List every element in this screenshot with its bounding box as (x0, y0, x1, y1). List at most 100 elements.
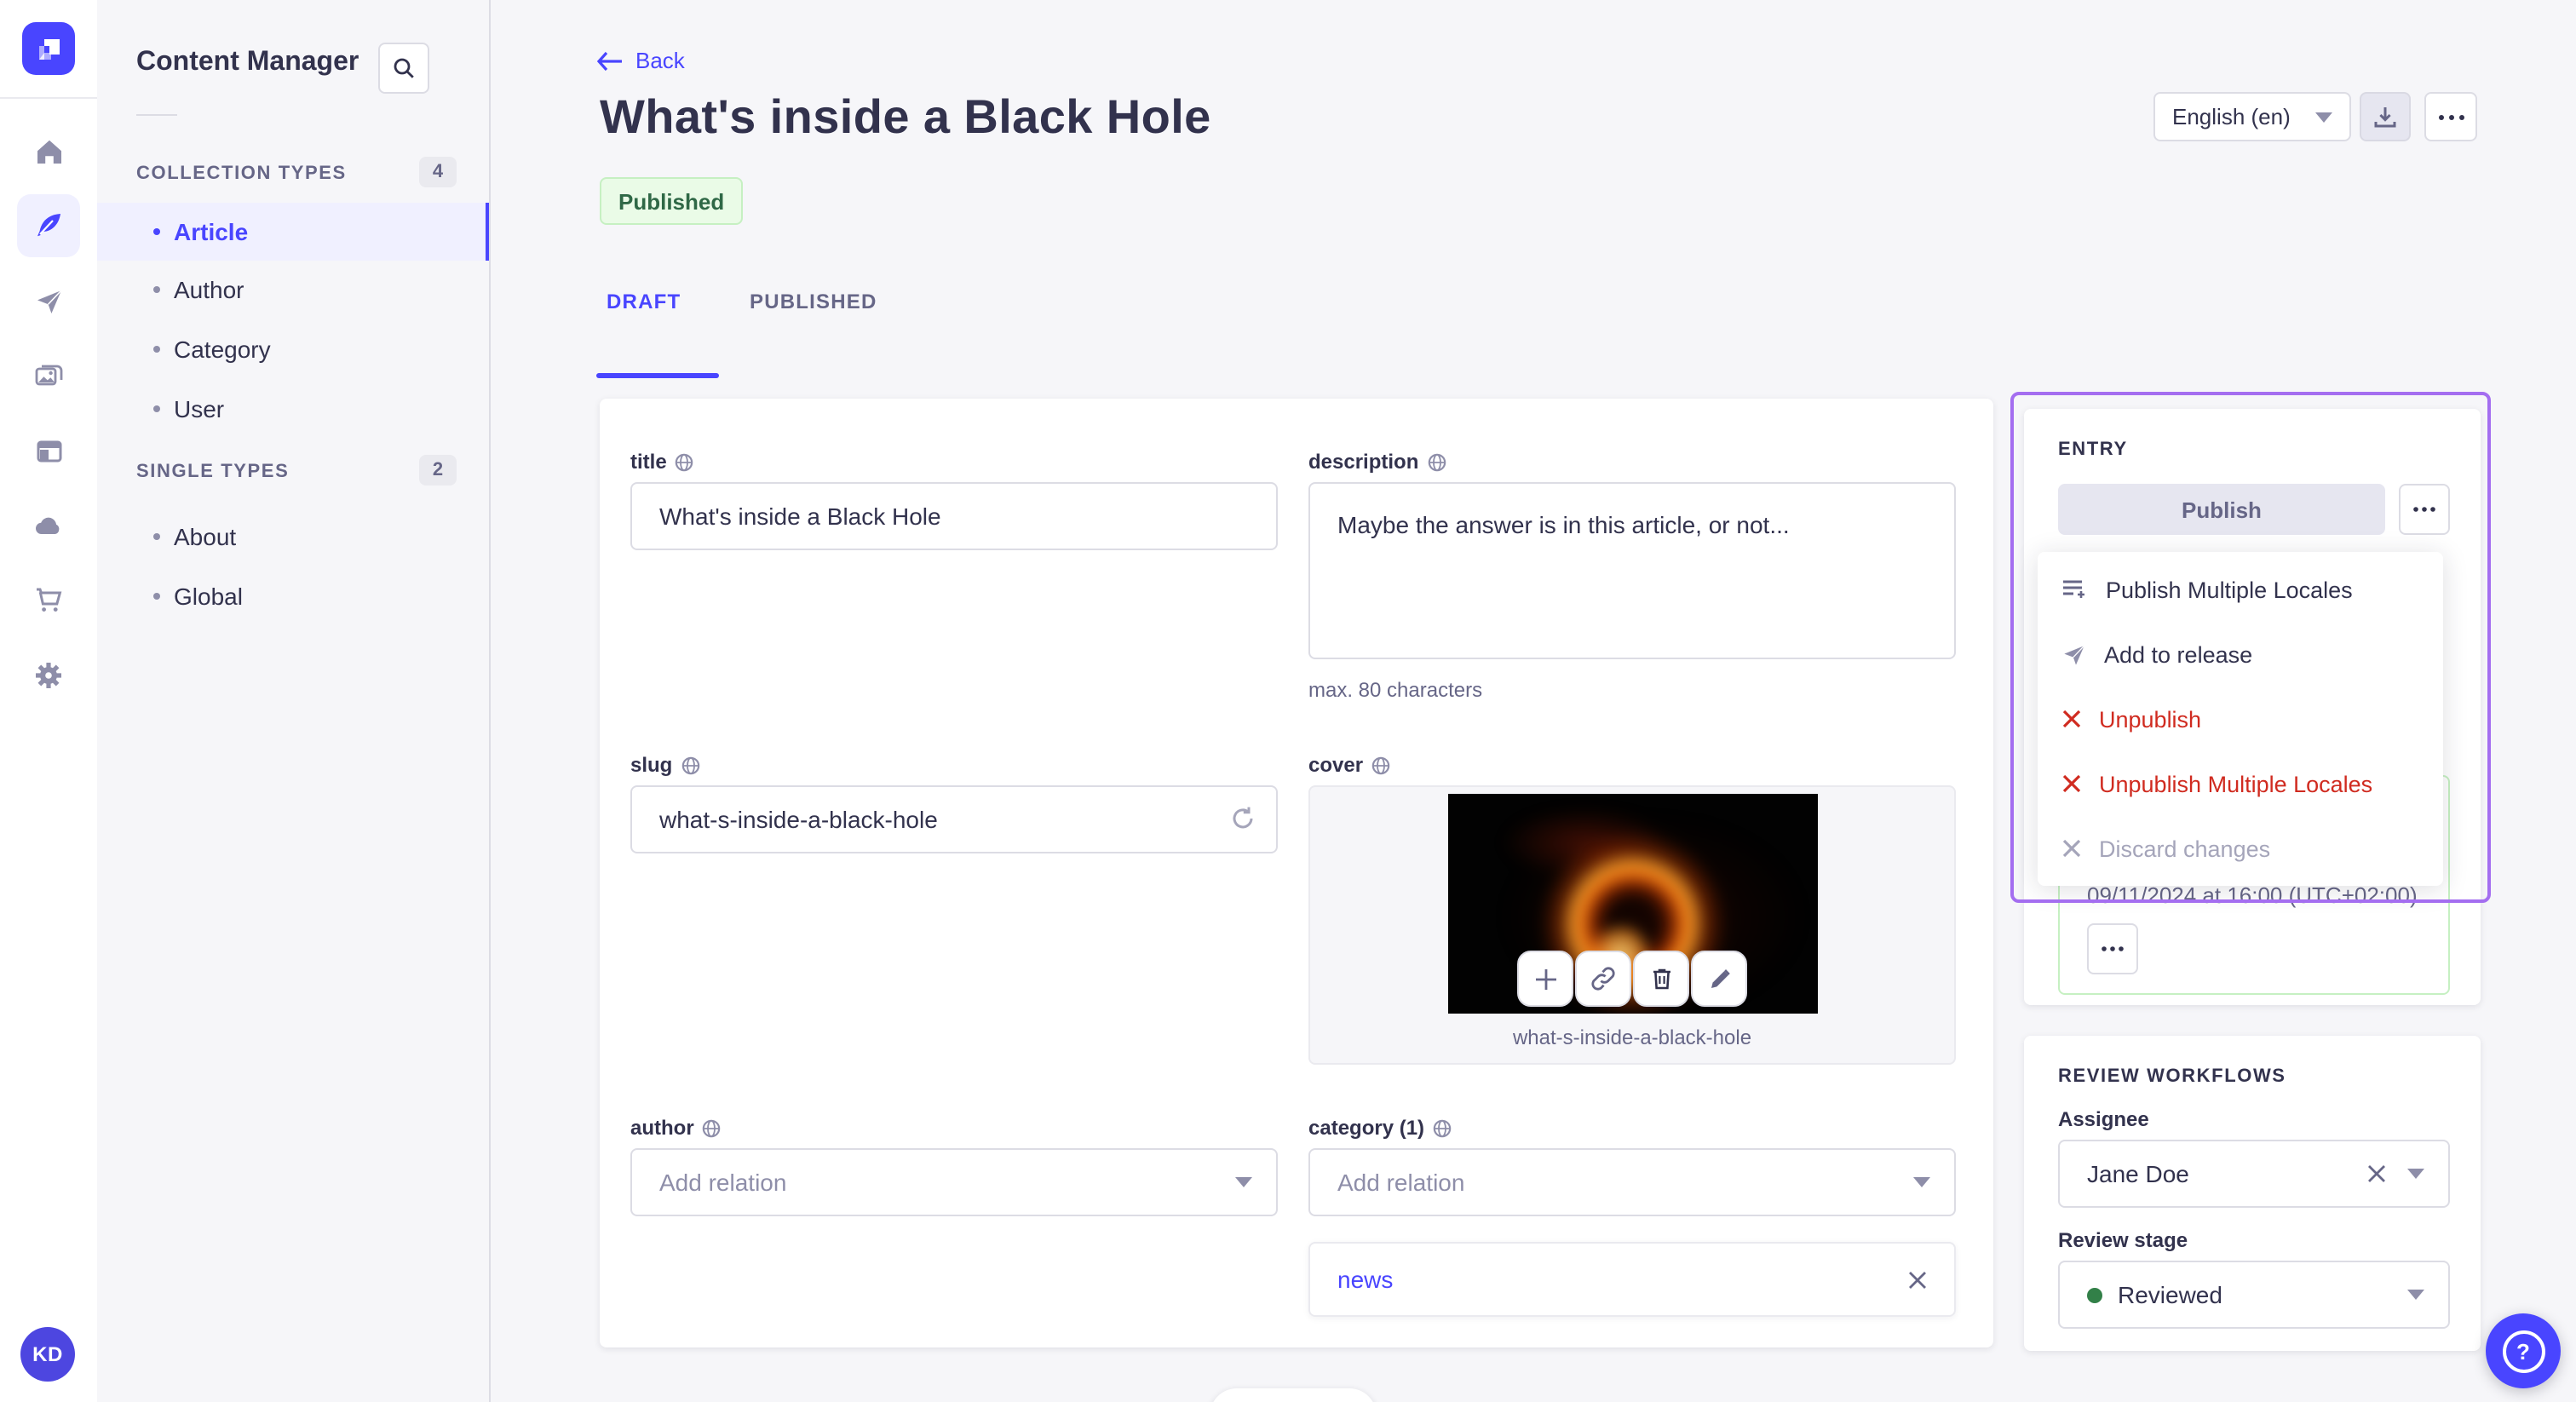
images-icon (35, 365, 63, 386)
description-helper: max. 80 characters (1308, 678, 1483, 702)
scheduled-date: 09/11/2024 at 16:00 (UTC+02:00) (2087, 882, 2418, 908)
category-relation-select[interactable]: Add relation (1308, 1148, 1956, 1216)
nav-media-library[interactable] (17, 344, 80, 407)
strapi-logo-icon (38, 38, 59, 59)
remove-relation-icon[interactable] (1908, 1270, 1927, 1289)
gear-icon (36, 663, 61, 688)
page-title: What's inside a Black Hole (600, 90, 1211, 143)
more-dots-icon (2438, 114, 2464, 119)
entry-actions-menu: Publish Multiple Locales Add to release … (2038, 552, 2443, 886)
bullet-icon (153, 593, 160, 600)
section-collection-types: COLLECTION TYPES (136, 164, 347, 184)
help-button[interactable]: ? (2486, 1313, 2561, 1388)
sidebar-item-label: Category (174, 336, 271, 363)
tab-draft[interactable]: DRAFT (607, 290, 681, 313)
field-slug: slug (630, 753, 1278, 1065)
sidebar-item-global[interactable]: Global (97, 567, 489, 625)
sidebar-item-category[interactable]: Category (97, 320, 489, 378)
field-description: description Maybe the answer is in this … (1308, 450, 1956, 702)
link-icon (1591, 967, 1615, 991)
edit-form-card: title description (600, 399, 1993, 1347)
slug-input[interactable] (630, 785, 1278, 853)
nav-home[interactable] (17, 119, 80, 182)
review-workflows-header: REVIEW WORKFLOWS (2058, 1066, 2286, 1087)
sidebar-search-button[interactable] (378, 43, 429, 94)
nav-settings[interactable] (17, 644, 80, 707)
bullet-icon (153, 533, 160, 540)
nav-releases[interactable] (17, 269, 80, 332)
clear-icon[interactable] (2366, 1164, 2387, 1184)
arrow-left-icon (596, 50, 622, 71)
menu-label: Unpublish Multiple Locales (2099, 771, 2373, 796)
scroll-peek-pill (1210, 1388, 1377, 1402)
cross-icon (2062, 839, 2081, 858)
copy-link-button[interactable] (1575, 951, 1631, 1007)
nav-marketplace[interactable] (17, 569, 80, 632)
add-media-button[interactable] (1517, 951, 1573, 1007)
author-relation-select[interactable]: Add relation (630, 1148, 1278, 1216)
author-placeholder: Add relation (659, 1169, 787, 1196)
nav-content-manager[interactable] (17, 194, 80, 257)
bullet-icon (153, 346, 160, 353)
entry-more-button[interactable] (2399, 484, 2450, 535)
assignee-label: Assignee (2058, 1107, 2149, 1131)
menu-label: Add to release (2104, 641, 2253, 667)
active-tab-underline (596, 373, 719, 378)
menu-item-unpublish[interactable]: Unpublish (2038, 687, 2443, 751)
entry-header: ENTRY (2058, 440, 2128, 460)
cover-caption: what-s-inside-a-black-hole (1512, 1026, 1752, 1049)
bullet-icon (153, 405, 160, 412)
sidebar-item-label: User (174, 395, 225, 422)
nav-deploy-cloud[interactable] (17, 494, 80, 557)
sidebar-title: Content Manager (136, 48, 359, 77)
menu-item-publish-multiple-locales[interactable]: Publish Multiple Locales (2038, 557, 2443, 622)
tab-published[interactable]: PUBLISHED (750, 290, 877, 313)
list-plus-icon (2063, 580, 2084, 598)
review-stage-select[interactable]: Reviewed (2058, 1261, 2450, 1329)
back-label: Back (635, 48, 685, 73)
globe-icon (1433, 1118, 1452, 1137)
sidebar-item-article[interactable]: Article (97, 203, 489, 261)
refresh-icon (1233, 807, 1253, 829)
paper-plane-icon (37, 289, 61, 313)
globe-icon (1371, 756, 1390, 774)
description-textarea[interactable]: Maybe the answer is in this article, or … (1308, 482, 1956, 659)
sidebar-item-author[interactable]: Author (97, 261, 489, 319)
pencil-icon (1711, 968, 1729, 987)
locale-select[interactable]: English (en) (2153, 92, 2351, 141)
menu-item-unpublish-multiple-locales[interactable]: Unpublish Multiple Locales (2038, 751, 2443, 816)
cloud-icon (35, 517, 60, 535)
globe-icon (1428, 452, 1446, 471)
sidebar-item-user[interactable]: User (97, 380, 489, 438)
schedule-more-button[interactable] (2087, 923, 2138, 974)
menu-label: Unpublish (2099, 706, 2202, 732)
field-author: author Add relation (630, 1116, 1278, 1317)
menu-item-discard-changes[interactable]: Discard changes (2038, 816, 2443, 881)
collection-types-count: 4 (419, 157, 457, 187)
publish-button[interactable]: Publish (2058, 484, 2385, 535)
menu-item-add-to-release[interactable]: Add to release (2038, 622, 2443, 687)
nav-content-type-builder[interactable] (17, 419, 80, 482)
cross-icon (2062, 710, 2081, 728)
field-title: title (630, 450, 1278, 702)
description-label: description (1308, 450, 1419, 474)
field-cover: cover what-s-inside-a-black-hole (1308, 753, 1956, 1065)
header-more-button[interactable] (2424, 92, 2477, 141)
cross-icon (2062, 774, 2081, 793)
download-button[interactable] (2360, 92, 2411, 141)
back-link[interactable]: Back (596, 48, 685, 73)
paper-plane-icon (2064, 644, 2085, 664)
edit-media-button[interactable] (1691, 951, 1747, 1007)
relation-news-link[interactable]: news (1337, 1266, 1393, 1293)
rail-divider (0, 97, 97, 99)
strapi-logo[interactable] (22, 22, 75, 75)
assignee-select[interactable]: Jane Doe (2058, 1140, 2450, 1208)
user-avatar[interactable]: KD (20, 1327, 75, 1382)
sidebar-item-label: Author (174, 276, 244, 303)
regenerate-slug-button[interactable] (1228, 804, 1257, 842)
sidebar-item-label: Article (174, 218, 249, 245)
delete-media-button[interactable] (1633, 951, 1689, 1007)
sidebar-item-about[interactable]: About (97, 508, 489, 566)
status-badge: Published (600, 177, 744, 225)
title-input[interactable] (630, 482, 1278, 550)
